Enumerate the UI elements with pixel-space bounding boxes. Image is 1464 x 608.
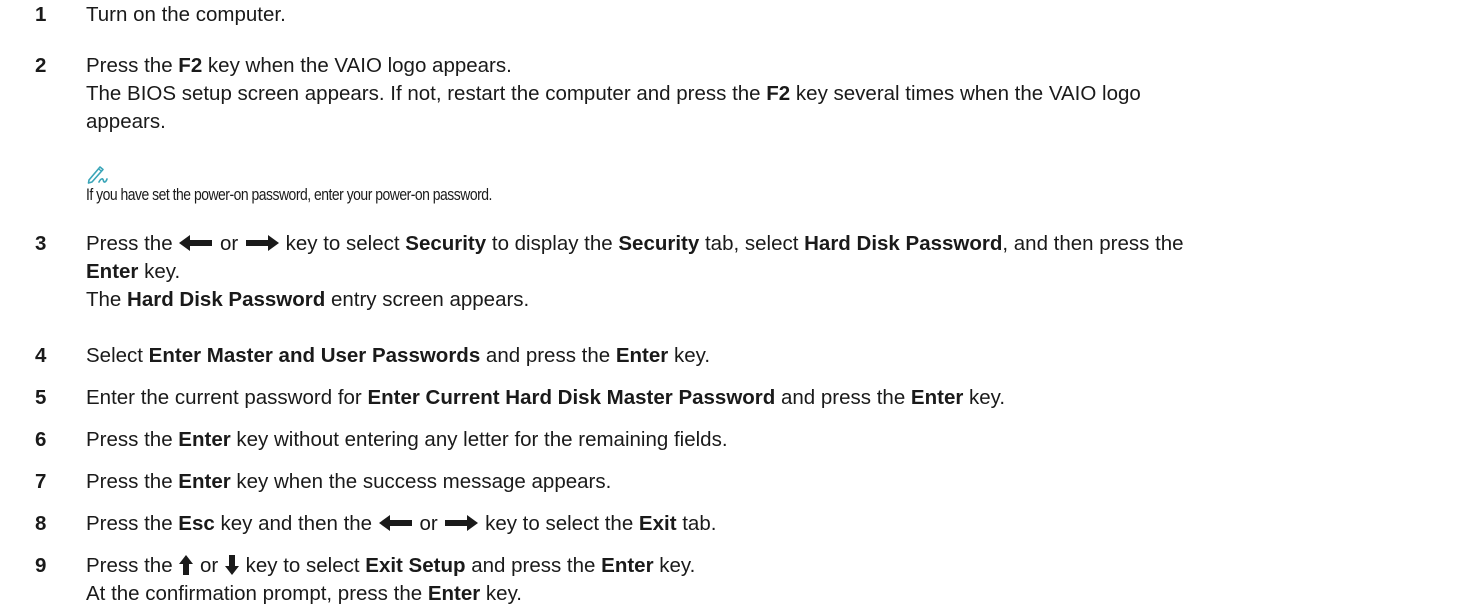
text-run: or bbox=[214, 232, 244, 255]
step-line: Enter key. bbox=[86, 258, 1456, 286]
step-line: Enter the current password for Enter Cur… bbox=[86, 384, 1456, 412]
text-run: Enter the current password for bbox=[86, 386, 368, 409]
step-text: Press the F2 key when the VAIO logo appe… bbox=[86, 52, 1456, 136]
step-line: Press the Esc key and then the or key to… bbox=[86, 510, 1456, 538]
step-text: Press the Enter key when the success mes… bbox=[86, 468, 1456, 496]
bold-term: Enter bbox=[178, 470, 231, 493]
bold-term: F2 bbox=[766, 82, 791, 105]
step-text: Enter the current password for Enter Cur… bbox=[86, 384, 1456, 412]
step-line: At the confirmation prompt, press the En… bbox=[86, 580, 1456, 608]
bold-term: Esc bbox=[178, 512, 215, 535]
bold-term: Security bbox=[405, 232, 487, 255]
step-number: 3 bbox=[35, 232, 47, 255]
text-run: Press the bbox=[86, 428, 179, 451]
text-run: key without entering any letter for the … bbox=[230, 428, 728, 451]
step-number: 2 bbox=[35, 54, 47, 77]
text-run: , and then press the bbox=[1002, 232, 1184, 255]
step-number: 7 bbox=[35, 470, 47, 493]
step-line: appears. bbox=[86, 108, 1456, 136]
bold-term: Enter Master and User Passwords bbox=[148, 344, 481, 367]
note-text: If you have set the power-on password, e… bbox=[86, 185, 492, 204]
step-text: Select Enter Master and User Passwords a… bbox=[86, 342, 1456, 370]
step-line: The BIOS setup screen appears. If not, r… bbox=[86, 80, 1456, 108]
text-run: At the confirmation prompt, press the bbox=[86, 582, 428, 605]
text-run: key when the VAIO logo appears. bbox=[202, 54, 512, 77]
bold-term: Security bbox=[618, 232, 700, 255]
step-line: Press the Enter key when the success mes… bbox=[86, 468, 1456, 496]
step-number: 1 bbox=[35, 3, 47, 26]
bold-term: Enter bbox=[910, 386, 964, 409]
bold-term: Exit Setup bbox=[365, 554, 466, 577]
step-line: Select Enter Master and User Passwords a… bbox=[86, 342, 1456, 370]
text-run: tab, select bbox=[699, 232, 805, 255]
text-run: key when the success message appears. bbox=[230, 470, 612, 493]
bold-term: Enter bbox=[615, 344, 669, 367]
step-line: Turn on the computer. bbox=[86, 1, 1456, 29]
text-run: Press the bbox=[86, 512, 179, 535]
text-run: and press the bbox=[775, 386, 911, 409]
text-run: key several times when the VAIO logo bbox=[790, 82, 1141, 105]
bold-term: Enter Current Hard Disk Master Password bbox=[367, 386, 776, 409]
step-number: 9 bbox=[35, 554, 47, 577]
text-run: Press the bbox=[86, 554, 179, 577]
bold-term: Enter bbox=[86, 260, 139, 283]
step-line: Press the Enter key without entering any… bbox=[86, 426, 1456, 454]
text-run: key to select bbox=[239, 554, 366, 577]
text-run: key. bbox=[138, 260, 181, 283]
text-run: to display the bbox=[486, 232, 619, 255]
text-run: Press the bbox=[86, 470, 179, 493]
text-run: entry screen appears. bbox=[325, 288, 530, 311]
step-number: 8 bbox=[35, 512, 47, 535]
text-run: or bbox=[194, 554, 224, 577]
bold-term: Exit bbox=[638, 512, 677, 535]
right-arrow-icon bbox=[245, 234, 279, 251]
text-run: Press the bbox=[86, 232, 179, 255]
note-pen-icon bbox=[87, 166, 108, 184]
step-number: 6 bbox=[35, 428, 47, 451]
step-line: Press the or key to select Exit Setup an… bbox=[86, 552, 1456, 580]
text-run: key to select the bbox=[479, 512, 639, 535]
step-text: Press the or key to select Security to d… bbox=[86, 230, 1456, 314]
step-number: 4 bbox=[35, 344, 47, 367]
step-line: Press the or key to select Security to d… bbox=[86, 230, 1456, 258]
left-arrow-icon bbox=[179, 234, 213, 251]
bold-term: Enter bbox=[601, 554, 654, 577]
down-arrow-icon bbox=[224, 554, 239, 575]
note-block: If you have set the power-on password, e… bbox=[86, 162, 581, 206]
bold-term: Hard Disk Password bbox=[127, 288, 326, 311]
bold-term: F2 bbox=[178, 54, 203, 77]
text-run: tab. bbox=[676, 512, 717, 535]
step-text: Turn on the computer. bbox=[86, 1, 1456, 29]
text-run: The BIOS setup screen appears. If not, r… bbox=[86, 82, 767, 105]
text-run: or bbox=[413, 512, 444, 535]
text-run: key. bbox=[480, 582, 523, 605]
text-run: key and then the bbox=[214, 512, 378, 535]
step-text: Press the Esc key and then the or key to… bbox=[86, 510, 1456, 538]
text-run: and press the bbox=[465, 554, 602, 577]
bold-term: Hard Disk Password bbox=[804, 232, 1003, 255]
step-number: 5 bbox=[35, 386, 47, 409]
text-run: Turn on the computer. bbox=[86, 3, 286, 26]
text-run: and press the bbox=[480, 344, 616, 367]
step-text: Press the or key to select Exit Setup an… bbox=[86, 552, 1456, 608]
instruction-document: 1 Turn on the computer. 2 Press the F2 k… bbox=[0, 0, 1464, 608]
right-arrow-icon bbox=[445, 514, 479, 531]
left-arrow-icon bbox=[378, 514, 412, 531]
text-run: key. bbox=[653, 554, 696, 577]
bold-term: Enter bbox=[178, 428, 231, 451]
text-run: Select bbox=[86, 344, 149, 367]
bold-term: Enter bbox=[427, 582, 481, 605]
step-text: Press the Enter key without entering any… bbox=[86, 426, 1456, 454]
text-run: key to select bbox=[279, 232, 406, 255]
text-run: appears. bbox=[86, 110, 166, 133]
step-line: Press the F2 key when the VAIO logo appe… bbox=[86, 52, 1456, 80]
up-arrow-icon bbox=[179, 554, 194, 575]
step-line: The Hard Disk Password entry screen appe… bbox=[86, 286, 1456, 314]
text-run: The bbox=[86, 288, 128, 311]
text-run: key. bbox=[963, 386, 1006, 409]
text-run: Press the bbox=[86, 54, 179, 77]
text-run: key. bbox=[668, 344, 711, 367]
